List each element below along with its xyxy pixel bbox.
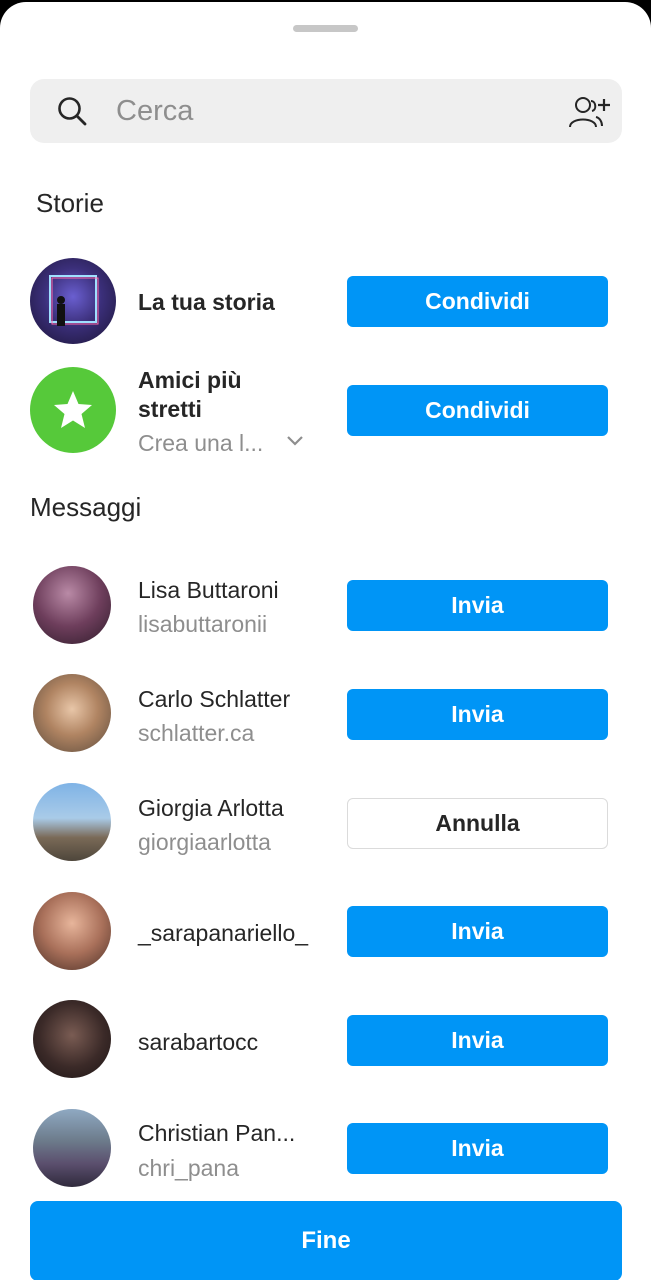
star-icon <box>54 391 92 428</box>
send-button[interactable]: Invia <box>347 1123 608 1174</box>
contact-name: Carlo Schlatter <box>138 686 291 712</box>
send-button[interactable]: Invia <box>347 1015 608 1066</box>
avatar <box>30 258 116 344</box>
close-friends-avatar <box>30 367 116 453</box>
contact-username: schlatter.ca <box>138 720 255 746</box>
contact-name: _sarapanariello_ <box>138 920 309 946</box>
stories-section-title: Storie <box>36 188 104 218</box>
contact-username: lisabuttaronii <box>138 611 268 637</box>
chevron-down-icon[interactable] <box>286 435 304 447</box>
story-thumbnail-image <box>49 275 99 326</box>
search-bar[interactable] <box>30 79 622 143</box>
close-friends-name-text: Amici più stretti <box>138 367 242 422</box>
avatar <box>33 892 111 970</box>
send-button[interactable]: Invia <box>347 906 608 957</box>
share-close-friends-button[interactable]: Condividi <box>347 385 608 436</box>
avatar <box>33 1000 111 1078</box>
avatar <box>33 674 111 752</box>
contact-name: Giorgia Arlotta <box>138 795 284 821</box>
contact-username: chri_pana <box>138 1155 240 1181</box>
share-sheet: Storie La tua storia Condividi Amici più… <box>0 2 651 1280</box>
close-friends-name: Amici più stretti <box>138 366 288 424</box>
avatar <box>33 783 111 861</box>
cancel-button[interactable]: Annulla <box>347 798 608 849</box>
create-list-subtitle[interactable]: Crea una l... <box>138 430 263 457</box>
search-input[interactable] <box>116 91 536 131</box>
share-your-story-button[interactable]: Condividi <box>347 276 608 327</box>
story-name: La tua storia <box>138 289 275 315</box>
contact-username: giorgiaarlotta <box>138 829 271 855</box>
send-button[interactable]: Invia <box>347 580 608 631</box>
avatar <box>33 566 111 644</box>
drag-handle[interactable] <box>293 25 358 32</box>
avatar <box>33 1109 111 1187</box>
add-person-icon[interactable] <box>566 95 610 129</box>
contact-name: Lisa Buttaroni <box>138 577 279 603</box>
send-button[interactable]: Invia <box>347 689 608 740</box>
search-icon <box>58 97 87 126</box>
done-button[interactable]: Fine <box>30 1201 622 1280</box>
messages-section-title: Messaggi <box>30 492 142 522</box>
contact-name: Christian Pan... <box>138 1120 296 1146</box>
contact-name: sarabartocc <box>138 1029 259 1055</box>
